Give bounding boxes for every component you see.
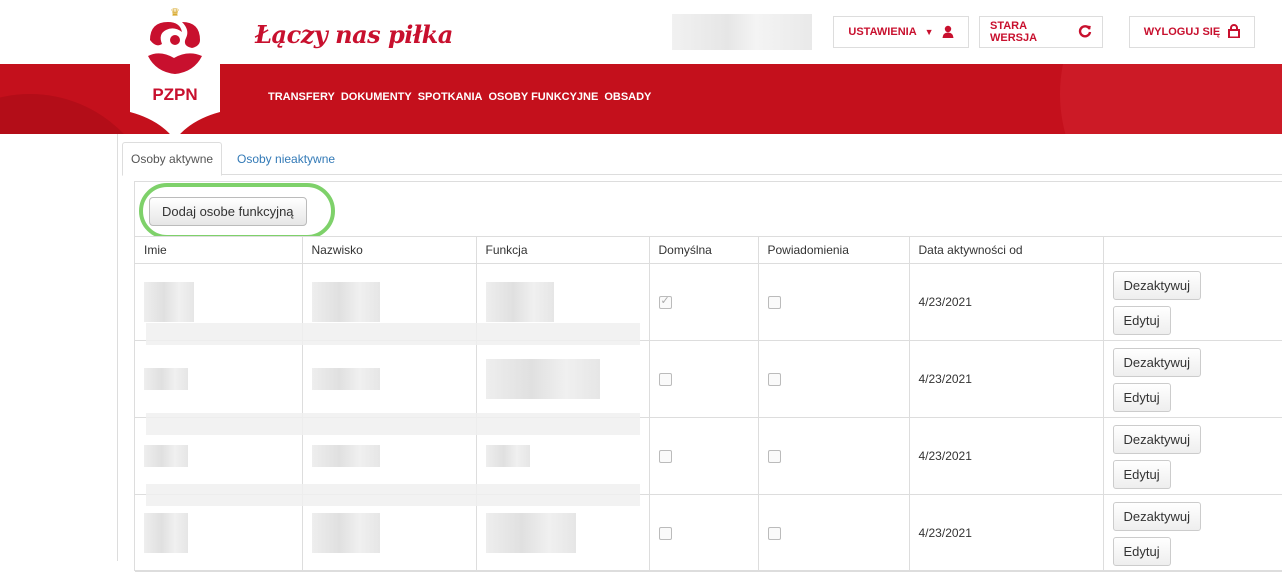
deactivate-button[interactable]: Dezaktywuj <box>1112 271 1201 300</box>
deactivate-button[interactable]: Dezaktywuj <box>1112 425 1201 454</box>
nav-obsady[interactable]: OBSADY <box>604 91 651 103</box>
default-checkbox[interactable] <box>658 294 672 310</box>
col-actions <box>1103 236 1282 264</box>
blurred-function <box>485 359 600 399</box>
edit-button[interactable]: Edytuj <box>1112 460 1171 489</box>
logout-label: WYLOGUJ SIĘ <box>1143 26 1221 38</box>
settings-label: USTAWIENIA <box>848 26 917 38</box>
edit-button[interactable]: Edytuj <box>1112 383 1171 412</box>
settings-button[interactable]: USTAWIENIA ▼ <box>833 16 969 48</box>
blurred-first-name <box>144 445 188 467</box>
default-checkbox[interactable] <box>658 373 672 387</box>
col-default[interactable]: Domyślna <box>649 236 759 264</box>
lock-icon <box>1228 24 1241 40</box>
table-row: 4/23/2021 Dezaktywuj Edytuj <box>135 340 1282 418</box>
blurred-function <box>485 445 530 467</box>
blurred-last-name <box>311 282 380 322</box>
refresh-icon <box>1078 24 1092 40</box>
nav-dokumenty[interactable]: DOKUMENTY <box>341 91 412 103</box>
blur-overlay <box>146 323 640 345</box>
logo-text: PZPN <box>152 85 197 104</box>
old-version-button[interactable]: STARA WERSJA <box>979 16 1103 48</box>
old-version-label: STARA WERSJA <box>990 20 1038 44</box>
notifications-checkbox[interactable] <box>767 373 781 387</box>
col-active-since[interactable]: Data aktywności od <box>909 236 1104 264</box>
default-checkbox[interactable] <box>658 527 672 541</box>
pzpn-logo[interactable]: ♛ PZPN <box>130 0 220 140</box>
deactivate-button[interactable]: Dezaktywuj <box>1112 348 1201 377</box>
col-notifications[interactable]: Powiadomienia <box>758 236 910 264</box>
tagline: Łączy nas piłka <box>255 20 453 49</box>
add-person-button[interactable]: Dodaj osobe funkcyjną <box>149 197 307 226</box>
persons-table: Imie Nazwisko Funkcja Domyślna Powiadomi… <box>135 236 1282 572</box>
active-since-cell: 4/23/2021 <box>909 417 1104 495</box>
blurred-first-name <box>144 282 194 322</box>
sidebar <box>0 134 118 561</box>
blur-overlay <box>146 484 640 506</box>
col-last-name[interactable]: Nazwisko <box>302 236 477 264</box>
caret-down-icon: ▼ <box>924 26 934 37</box>
nav-spotkania[interactable]: SPOTKANIA <box>418 91 483 103</box>
col-function[interactable]: Funkcja <box>476 236 650 264</box>
blurred-last-name <box>311 445 380 467</box>
blurred-first-name <box>144 368 188 390</box>
nav-transfery[interactable]: TRANSFERY <box>268 91 335 103</box>
user-icon <box>942 25 954 40</box>
table-row: 4/23/2021 Dezaktywuj Edytuj <box>135 494 1282 572</box>
logout-button[interactable]: WYLOGUJ SIĘ <box>1129 16 1255 48</box>
notifications-checkbox[interactable] <box>767 527 781 541</box>
notifications-checkbox[interactable] <box>767 296 781 310</box>
blurred-last-name <box>311 513 380 553</box>
active-since-cell: 4/23/2021 <box>909 263 1104 341</box>
blurred-function <box>485 513 576 553</box>
table-header-row: Imie Nazwisko Funkcja Domyślna Powiadomi… <box>135 236 1282 264</box>
blurred-username <box>672 14 812 50</box>
blur-overlay <box>146 413 640 435</box>
blurred-last-name <box>311 368 380 390</box>
active-since-cell: 4/23/2021 <box>909 340 1104 418</box>
col-first-name[interactable]: Imie <box>135 236 303 264</box>
deactivate-button[interactable]: Dezaktywuj <box>1112 502 1201 531</box>
tab-inactive-persons[interactable]: Osoby nieaktywne <box>229 142 343 175</box>
default-checkbox[interactable] <box>658 450 672 464</box>
blurred-first-name <box>144 513 188 553</box>
edit-button[interactable]: Edytuj <box>1112 306 1171 335</box>
tab-active-persons[interactable]: Osoby aktywne <box>122 142 223 176</box>
edit-button[interactable]: Edytuj <box>1112 537 1171 566</box>
notifications-checkbox[interactable] <box>767 450 781 464</box>
main-nav: TRANSFERY DOKUMENTY SPOTKANIA OSOBY FUNK… <box>268 91 651 103</box>
active-since-cell: 4/23/2021 <box>909 494 1104 572</box>
nav-osoby-funkcyjne[interactable]: OSOBY FUNKCYJNE <box>489 91 599 103</box>
persons-panel: Dodaj osobe funkcyjną Imie Nazwisko Funk… <box>134 181 1282 572</box>
tab-bar: Osoby aktywne Osoby nieaktywne <box>122 142 1282 176</box>
svg-text:♛: ♛ <box>170 6 180 19</box>
blurred-function <box>485 282 554 322</box>
